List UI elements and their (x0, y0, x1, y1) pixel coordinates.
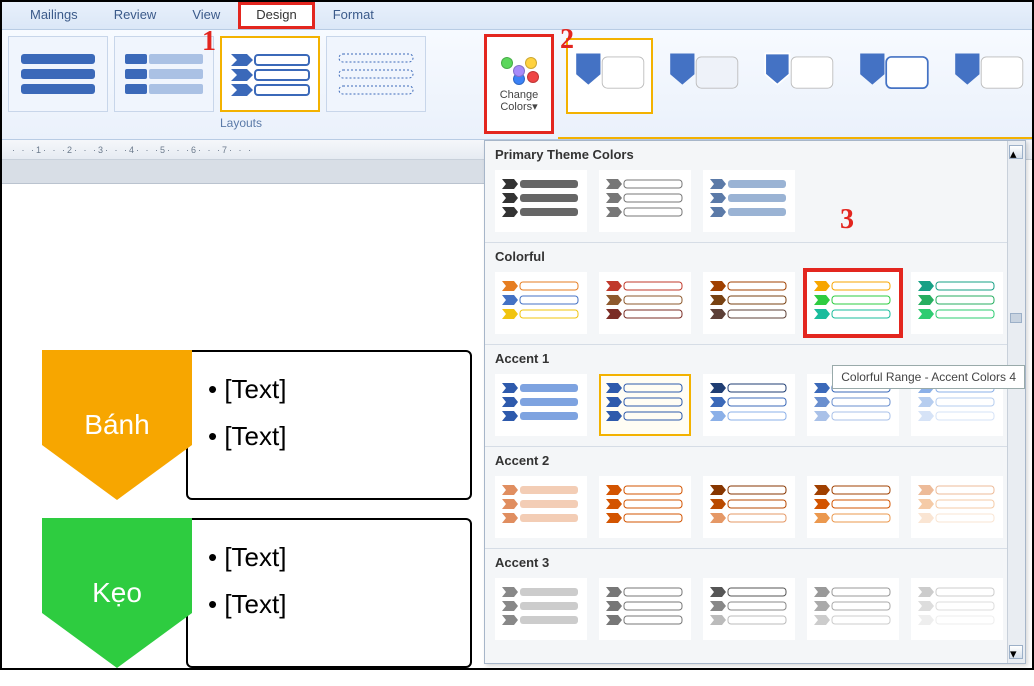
color-option-colorful-1[interactable] (495, 272, 587, 334)
bullet-1a[interactable]: • [Text] (208, 366, 450, 413)
smartart-row-1[interactable]: Bánh • [Text] • [Text] (42, 350, 472, 500)
color-option-a2-5[interactable] (911, 476, 1003, 538)
scroll-up-icon[interactable]: ▴ (1009, 145, 1023, 159)
layout-option-1[interactable] (8, 36, 108, 112)
color-option-a2-3[interactable] (703, 476, 795, 538)
color-option-colorful-3[interactable] (703, 272, 795, 334)
styles-gallery[interactable] (558, 30, 1032, 139)
section-accent2: Accent 2 (485, 447, 1025, 474)
tab-mailings[interactable]: Mailings (12, 2, 96, 29)
color-option-a1-1[interactable] (495, 374, 587, 436)
section-colorful: Colorful (485, 243, 1025, 270)
style-option-1[interactable] (566, 38, 653, 114)
section-primary-theme: Primary Theme Colors (485, 141, 1025, 168)
color-option-a2-4[interactable] (807, 476, 899, 538)
color-option-a1-3[interactable] (703, 374, 795, 436)
color-balls-icon (499, 55, 539, 85)
scroll-grip[interactable] (1010, 313, 1022, 323)
tab-design[interactable]: Design (238, 2, 314, 29)
color-option-a3-3[interactable] (703, 578, 795, 640)
bullet-box-2[interactable]: • [Text] • [Text] (186, 518, 472, 668)
bullet-1b[interactable]: • [Text] (208, 413, 450, 460)
tab-format[interactable]: Format (315, 2, 392, 29)
tab-view[interactable]: View (174, 2, 238, 29)
color-option-primary-1[interactable] (495, 170, 587, 232)
color-option-a2-1[interactable] (495, 476, 587, 538)
change-colors-dropdown: ▴ ▾ Primary Theme Colors Colorful Colorf… (484, 140, 1026, 664)
section-accent3: Accent 3 (485, 549, 1025, 576)
color-option-a3-4[interactable] (807, 578, 899, 640)
color-option-primary-3[interactable] (703, 170, 795, 232)
color-tooltip: Colorful Range - Accent Colors 4 (832, 365, 1025, 389)
color-option-a3-5[interactable] (911, 578, 1003, 640)
style-option-2[interactable] (661, 38, 748, 114)
bullet-2a[interactable]: • [Text] (208, 534, 450, 581)
color-option-colorful-4[interactable] (807, 272, 899, 334)
chevron-shape-2[interactable]: Kẹo (42, 518, 192, 668)
color-option-colorful-5[interactable] (911, 272, 1003, 334)
dropdown-scrollbar[interactable]: ▴ ▾ (1007, 141, 1025, 663)
bullet-box-1[interactable]: • [Text] • [Text] (186, 350, 472, 500)
tab-review[interactable]: Review (96, 2, 175, 29)
color-option-primary-2[interactable] (599, 170, 691, 232)
smartart-graphic[interactable]: Bánh • [Text] • [Text] Kẹo • [Text] • [T… (42, 350, 472, 686)
style-option-4[interactable] (851, 38, 938, 114)
color-option-a3-1[interactable] (495, 578, 587, 640)
layouts-gallery[interactable] (2, 30, 480, 112)
ribbon: Layouts Change Colors▾ (2, 30, 1032, 140)
color-option-a1-2[interactable] (599, 374, 691, 436)
layout-option-2[interactable] (114, 36, 214, 112)
change-colors-label: Change Colors▾ (487, 89, 551, 113)
scroll-down-icon[interactable]: ▾ (1009, 645, 1023, 659)
style-option-3[interactable] (756, 38, 843, 114)
color-option-colorful-2[interactable] (599, 272, 691, 334)
chevron-label-1: Bánh (84, 409, 149, 441)
smartart-row-2[interactable]: Kẹo • [Text] • [Text] (42, 518, 472, 668)
layout-option-3[interactable] (220, 36, 320, 112)
style-option-5[interactable] (945, 38, 1032, 114)
layout-option-4[interactable] (326, 36, 426, 112)
change-colors-button[interactable]: Change Colors▾ (484, 34, 554, 134)
color-option-a3-2[interactable] (599, 578, 691, 640)
bullet-2b[interactable]: • [Text] (208, 581, 450, 628)
layouts-group-label: Layouts (2, 112, 480, 134)
ruler-strip (2, 160, 484, 184)
chevron-label-2: Kẹo (92, 577, 142, 609)
chevron-shape-1[interactable]: Bánh (42, 350, 192, 500)
ribbon-tabs: Mailings Review View Design Format (2, 2, 1032, 30)
color-option-a2-2[interactable] (599, 476, 691, 538)
